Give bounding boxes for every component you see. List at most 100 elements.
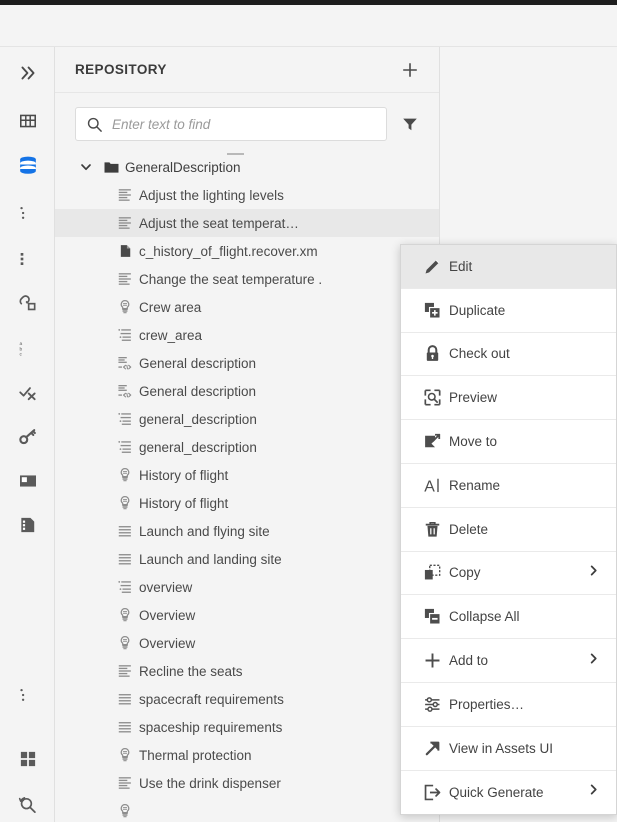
workspace-toolbar-band — [0, 5, 617, 47]
chevron-right-icon — [587, 564, 600, 582]
context-menu-item-label: Duplicate — [449, 303, 505, 318]
tree-item-row[interactable]: c_history_of_flight.recover.xm — [55, 237, 439, 265]
tree-item-row[interactable]: History of flight — [55, 461, 439, 489]
search-refresh-icon[interactable] — [0, 788, 55, 822]
tree-item-row[interactable]: general_description — [55, 405, 439, 433]
context-menu-item-preview[interactable]: Preview — [401, 376, 616, 420]
context-menu-item-label: Delete — [449, 522, 488, 537]
topic-concept-icon — [111, 607, 139, 623]
bulleted-list-icon[interactable] — [0, 242, 55, 276]
tree-item-label: Launch and flying site — [139, 524, 270, 539]
tree-item-row[interactable]: Adjust the lighting levels — [55, 181, 439, 209]
tree-folder-row[interactable]: GeneralDescription — [55, 153, 439, 181]
grid-icon[interactable] — [0, 104, 55, 138]
tree-item-label: Use the drink dispenser — [139, 776, 281, 791]
tree-item-row[interactable]: overview — [55, 573, 439, 601]
tree-item-label: spacecraft requirements — [139, 692, 284, 707]
tree-item-label: Launch and landing site — [139, 552, 282, 567]
topic-task-icon — [111, 271, 139, 287]
tree-item-row[interactable]: General description — [55, 349, 439, 377]
topic-plain-icon — [111, 719, 139, 735]
context-menu-item-edit[interactable]: Edit — [401, 245, 616, 289]
tree-item-label: c_history_of_flight.recover.xm — [139, 244, 318, 259]
tree-item-row[interactable]: crew_area — [55, 321, 439, 349]
context-menu-item-copy[interactable]: Copy — [401, 552, 616, 596]
context-menu-item-view-in-assets-ui[interactable]: View in Assets UI — [401, 727, 616, 771]
search-box[interactable] — [75, 107, 387, 141]
trash-icon — [415, 520, 449, 539]
outline-icon[interactable] — [0, 196, 55, 230]
tree-item-row[interactable]: Use the drink dispenser — [55, 769, 439, 797]
context-menu-item-label: Check out — [449, 346, 510, 361]
folder-icon — [97, 159, 125, 176]
apps-icon[interactable] — [0, 742, 55, 776]
tree-item-row[interactable]: Adjust the seat temperat…••• — [55, 209, 439, 237]
page-title: REPOSITORY — [75, 62, 397, 77]
context-menu-item-label: Add to — [449, 653, 488, 668]
expand-rail-icon[interactable] — [0, 56, 55, 90]
context-menu-item-label: Copy — [449, 565, 481, 580]
tree-item-row[interactable]: spaceship requirements — [55, 713, 439, 741]
tree-item-label: History of flight — [139, 496, 228, 511]
rename-icon: A — [415, 476, 449, 495]
tree-item-row[interactable]: Overview — [55, 601, 439, 629]
context-menu-item-label: View in Assets UI — [449, 741, 553, 756]
tree-item-row[interactable]: Launch and flying site — [55, 517, 439, 545]
chevron-right-icon — [587, 783, 600, 801]
repository-tree: GeneralDescriptionAdjust the lighting le… — [55, 153, 439, 822]
link-object-icon[interactable] — [0, 286, 55, 320]
context-menu-item-label: Rename — [449, 478, 500, 493]
tree-item-label: general_description — [139, 440, 257, 455]
abc-list-icon[interactable]: abc — [0, 332, 55, 366]
tree-item-row[interactable]: general_description — [55, 433, 439, 461]
tree-item-row[interactable]: General description — [55, 377, 439, 405]
add-repository-button[interactable] — [397, 57, 423, 83]
repository-icon[interactable] — [0, 148, 55, 182]
context-menu-item-check-out[interactable]: Check out — [401, 333, 616, 377]
context-menu-item-label: Collapse All — [449, 609, 520, 624]
tree-item-label: overview — [139, 580, 192, 595]
tree-item-label: Thermal protection — [139, 748, 252, 763]
topic-map-icon — [111, 411, 139, 427]
collapse-all-icon — [415, 607, 449, 626]
card-icon[interactable] — [0, 464, 55, 498]
search-input[interactable] — [112, 117, 376, 132]
duplicate-icon — [415, 301, 449, 320]
validate-icon[interactable] — [0, 376, 55, 410]
document-properties-icon[interactable] — [0, 508, 55, 542]
tree-item-row[interactable] — [55, 797, 439, 822]
key-icon[interactable] — [0, 420, 55, 454]
tree-item-label: Crew area — [139, 300, 201, 315]
context-menu-item-label: Quick Generate — [449, 785, 544, 800]
context-menu-item-rename[interactable]: ARename — [401, 464, 616, 508]
filter-button[interactable] — [397, 111, 423, 137]
tree-item-row[interactable]: History of flight — [55, 489, 439, 517]
context-menu-item-collapse-all[interactable]: Collapse All — [401, 595, 616, 639]
tree-item-row[interactable]: Thermal protection — [55, 741, 439, 769]
topic-task-icon — [111, 663, 139, 679]
tree-item-row[interactable]: spacecraft requirements — [55, 685, 439, 713]
context-menu-item-add-to[interactable]: Add to — [401, 639, 616, 683]
context-menu-item-move-to[interactable]: Move to — [401, 420, 616, 464]
context-menu: EditDuplicateCheck outPreviewMove toARen… — [400, 244, 617, 815]
file-icon — [111, 243, 139, 259]
tree-item-row[interactable]: Recline the seats — [55, 657, 439, 685]
repository-panel: REPOSITORY GeneralDescriptionA — [55, 47, 440, 822]
topic-plain-icon — [111, 691, 139, 707]
outline-bottom-icon[interactable] — [0, 678, 55, 712]
chevron-down-icon[interactable] — [75, 160, 97, 174]
context-menu-item-delete[interactable]: Delete — [401, 508, 616, 552]
tree-item-row[interactable]: Launch and landing site — [55, 545, 439, 573]
context-menu-item-duplicate[interactable]: Duplicate — [401, 289, 616, 333]
chevron-right-icon — [587, 652, 600, 670]
topic-map-icon — [111, 327, 139, 343]
context-menu-item-quick-generate[interactable]: Quick Generate — [401, 771, 616, 815]
tree-item-label: Overview — [139, 608, 195, 623]
topic-code-icon — [111, 355, 139, 371]
tree-item-row[interactable]: Overview — [55, 629, 439, 657]
export-icon — [415, 783, 449, 802]
context-menu-item-properties[interactable]: Properties… — [401, 683, 616, 727]
tree-item-label: Change the seat temperature . — [139, 272, 322, 287]
tree-item-row[interactable]: Change the seat temperature . — [55, 265, 439, 293]
tree-item-row[interactable]: Crew area — [55, 293, 439, 321]
